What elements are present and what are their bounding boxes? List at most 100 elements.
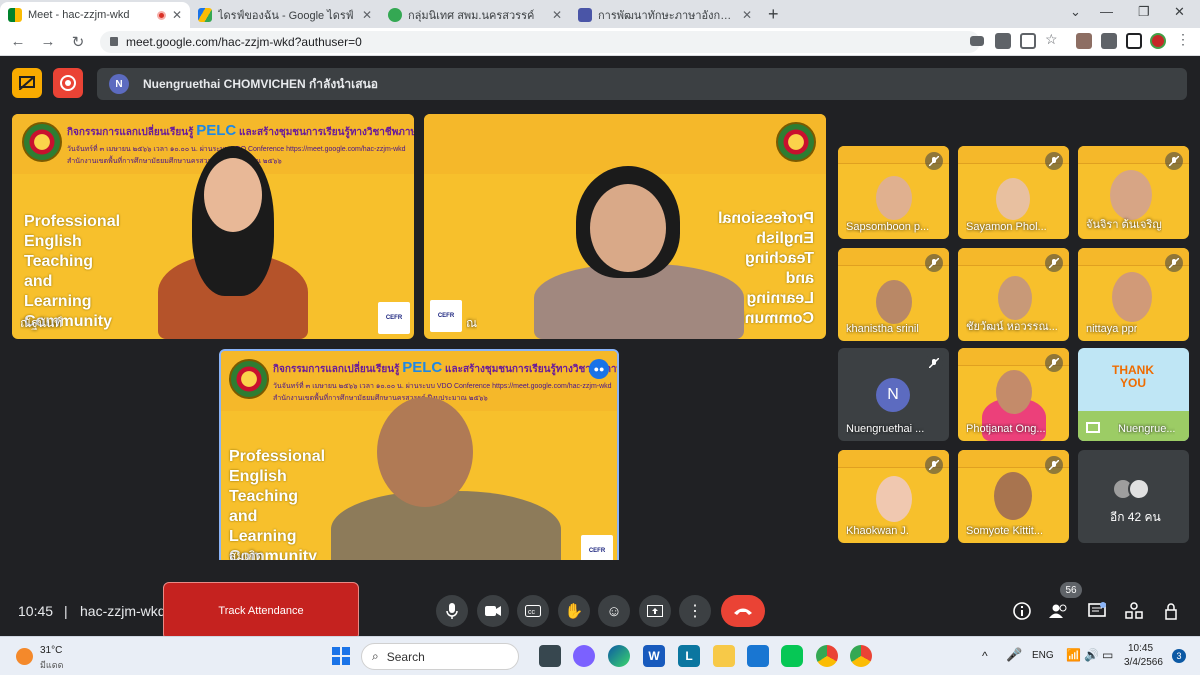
participant-tile[interactable]: khanistha srinil [838, 248, 949, 341]
banner-prefix: กิจกรรมการแลกเปลี่ยนเรียนรู้ [273, 364, 400, 375]
more-options-button[interactable]: ⋮ [679, 595, 711, 627]
reload-icon[interactable]: ↻ [66, 33, 90, 51]
notification-badge[interactable]: 3 [1172, 649, 1186, 663]
close-tab-icon[interactable]: ✕ [362, 8, 372, 22]
camera-icon[interactable] [970, 36, 984, 46]
microphone-tray-icon[interactable]: 🎤 [1006, 647, 1022, 663]
presentation-toggle-icon[interactable] [12, 68, 42, 98]
participant-tile[interactable]: Sapsomboon p... [838, 146, 949, 239]
bookmark-star-icon[interactable]: ☆ [1045, 31, 1061, 47]
participant-tile[interactable]: THANK YOU Nuengrue... [1078, 348, 1189, 441]
translate-icon[interactable] [995, 33, 1011, 49]
participant-tile[interactable]: ชัยวัฒน์ หอวรรณ... [958, 248, 1069, 341]
mic-off-icon [1045, 354, 1063, 372]
menu-kebab-icon[interactable]: ⋮ [1176, 31, 1192, 47]
captions-button[interactable]: cc [517, 595, 549, 627]
extensions-puzzle-icon[interactable] [1101, 33, 1117, 49]
tab-supervision[interactable]: กลุ่มนิเทศ สพม.นครสวรรค์ ✕ [380, 2, 570, 28]
edge-icon[interactable] [608, 645, 630, 667]
close-window-icon[interactable]: ✕ [1174, 4, 1185, 20]
camera-button[interactable] [477, 595, 509, 627]
participant-tile[interactable]: Somyote Kittit... [958, 450, 1069, 543]
tab-forms[interactable]: การพัฒนาทักษะภาษาอังกฤษ English ✕ [570, 2, 760, 28]
line-app-icon[interactable] [781, 645, 803, 667]
tab-search-chevron-icon[interactable]: ⌄ [1070, 4, 1081, 20]
system-time[interactable]: 10:45 [1128, 643, 1153, 654]
windows-start-icon[interactable] [330, 645, 352, 667]
search-icon: ⌕ [372, 649, 379, 663]
people-icon[interactable] [1048, 600, 1070, 622]
back-icon[interactable]: ← [6, 33, 30, 50]
leave-call-button[interactable] [721, 595, 765, 627]
chrome-icon[interactable] [816, 645, 838, 667]
battery-icon[interactable]: ▭ [1102, 648, 1113, 662]
minimize-icon[interactable]: — [1100, 4, 1113, 19]
participant-tile-speaking[interactable]: กิจกรรมการแลกเปลี่ยนเรียนรู้ PELC และสร้… [219, 349, 619, 574]
tab-title: ไดรฟ์ของฉัน - Google ไดรฟ์ [218, 10, 354, 22]
tab-drive[interactable]: ไดรฟ์ของฉัน - Google ไดรฟ์ ✕ [190, 2, 380, 28]
activities-icon[interactable] [1123, 600, 1145, 622]
forward-icon[interactable]: → [36, 33, 60, 50]
taskbar-search-box[interactable]: ⌕ Search [361, 643, 519, 670]
present-button[interactable] [639, 595, 671, 627]
recording-icon[interactable] [53, 68, 83, 98]
presenter-avatar: N [109, 74, 129, 94]
chevron-up-icon[interactable]: ^ [982, 649, 988, 663]
participant-tile[interactable]: Professional English Teaching and Learni… [424, 114, 826, 339]
mail-icon[interactable] [747, 645, 769, 667]
task-view-icon[interactable] [539, 645, 561, 667]
close-tab-icon[interactable]: ✕ [742, 8, 752, 22]
banner-title: กิจกรรมการแลกเปลี่ยนเรียนรู้ PELC และสร้… [67, 122, 414, 140]
participant-tile[interactable]: N Nuengruethai ... [838, 348, 949, 441]
raise-hand-icon: ✋ [564, 603, 584, 620]
mic-off-icon [925, 354, 943, 372]
chrome-profile-icon[interactable] [850, 645, 872, 667]
file-explorer-icon[interactable] [713, 645, 735, 667]
participant-tile[interactable]: กิจกรรมการแลกเปลี่ยนเรียนรู้ PELC และสร้… [12, 114, 414, 339]
participant-tile[interactable]: Khaokwan J. [838, 450, 949, 543]
track-attendance-button[interactable]: Track Attendance [163, 582, 359, 640]
more-participants-tile[interactable]: อีก 42 คน [1078, 450, 1189, 543]
speaker-icon[interactable]: 🔊 [1084, 648, 1099, 662]
banner-line3: สำนักงานเขตพื้นที่การศึกษามัธยมศึกษานครส… [273, 395, 488, 402]
participant-name: Nuengrue... [1118, 423, 1176, 435]
weather-temp[interactable]: 31°C [40, 645, 62, 656]
share-icon[interactable] [1020, 33, 1036, 49]
close-tab-icon[interactable]: ✕ [172, 8, 182, 22]
chat-icon[interactable] [1086, 600, 1108, 622]
host-controls-icon[interactable] [1160, 600, 1182, 622]
participant-face [996, 178, 1030, 220]
line-l-icon[interactable]: L [678, 645, 700, 667]
meeting-details-icon[interactable] [1011, 600, 1033, 622]
maximize-icon[interactable]: ❐ [1138, 4, 1150, 20]
close-tab-icon[interactable]: ✕ [552, 8, 562, 22]
obec-logo-icon [22, 122, 62, 162]
participant-face [590, 184, 666, 272]
teams-chat-icon[interactable] [573, 645, 595, 667]
participant-tile[interactable]: Sayamon Phol... [958, 146, 1069, 239]
url-bar[interactable]: meet.google.com/hac-zzjm-wkd?authuser=0 [100, 30, 980, 53]
mic-off-icon [1165, 152, 1183, 170]
wifi-icon[interactable]: 📶 [1066, 648, 1081, 662]
profile-avatar[interactable] [1150, 33, 1166, 49]
participant-tile[interactable]: Photjanat Ong... [958, 348, 1069, 441]
tab-meet[interactable]: Meet - hac-zzjm-wkd ✕ [0, 2, 190, 28]
mic-button[interactable] [436, 595, 468, 627]
participant-name: ณัฐนันท์ [20, 316, 63, 330]
thank-you-image-text: THANK YOU [1112, 363, 1154, 390]
raise-hand-button[interactable]: ✋ [558, 595, 590, 627]
weather-sun-icon[interactable] [16, 648, 33, 665]
word-icon[interactable]: W [643, 645, 665, 667]
input-language[interactable]: ENG [1032, 650, 1054, 661]
participant-tile[interactable]: จันจิรา ต้นเจริญ [1078, 146, 1189, 239]
participant-tile[interactable]: nittaya ppr [1078, 248, 1189, 341]
reactions-button[interactable]: ☺ [598, 595, 630, 627]
new-tab-icon[interactable]: + [768, 2, 779, 28]
system-date[interactable]: 3/4/2566 [1124, 657, 1163, 668]
recording-indicator-icon [156, 10, 166, 20]
side-panel-icon[interactable] [1126, 33, 1142, 49]
extension-avatar-icon[interactable] [1076, 33, 1092, 49]
participant-face [998, 276, 1032, 320]
more-vertical-icon: ⋮ [687, 603, 703, 620]
participant-face [377, 397, 473, 507]
